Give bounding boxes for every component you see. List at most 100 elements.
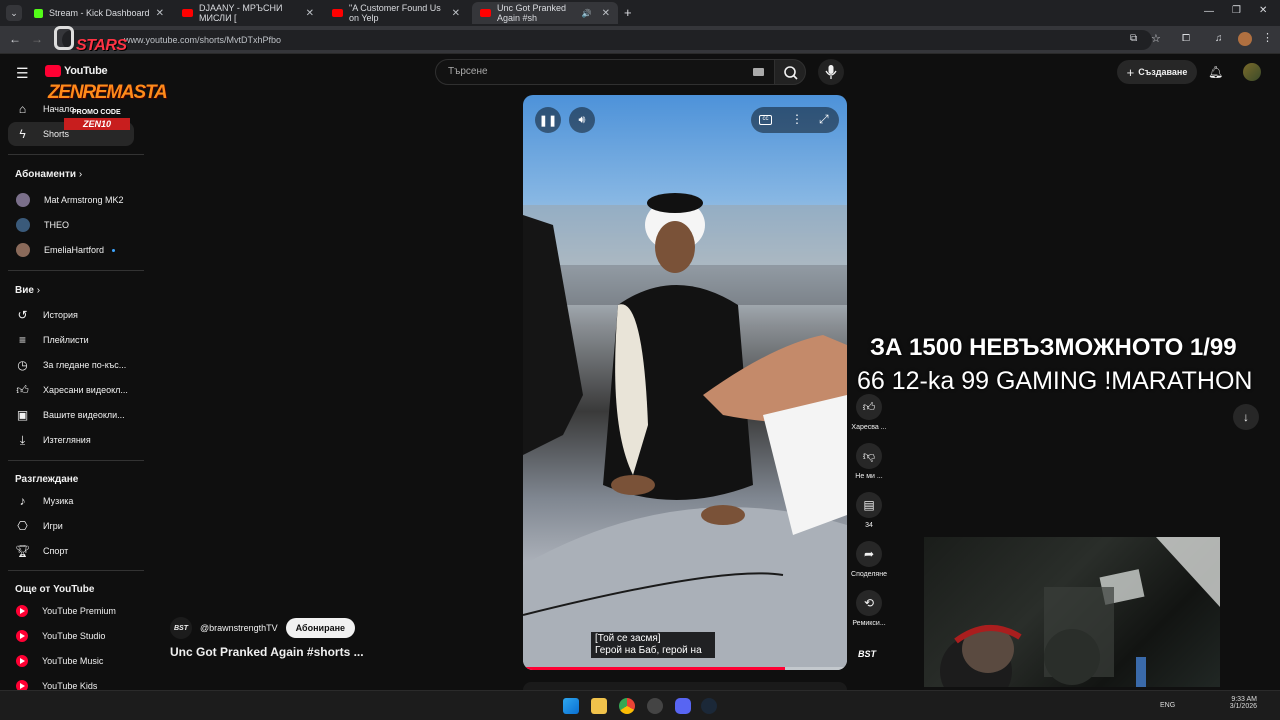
notifications-bell-icon[interactable]: 🔔︎ (1208, 65, 1223, 79)
comments-button[interactable]: ▤ 34 (850, 492, 888, 529)
short-title[interactable]: Unc Got Pranked Again #shorts ... (170, 645, 364, 659)
steam-icon[interactable] (701, 698, 717, 714)
profile-avatar[interactable] (1238, 32, 1252, 46)
channel-avatar (16, 243, 30, 257)
subtitle-line: [Той се засмя] (595, 633, 661, 644)
divider (8, 270, 144, 271)
browser-toolbar: ← → www.youtube.com/shorts/MvtDTxhPfbo ⧉… (0, 26, 1280, 54)
speaker-icon[interactable]: 🔊 (582, 9, 592, 18)
next-short-button[interactable]: ↓ (1233, 404, 1259, 430)
sidebar-item-history[interactable]: ↺ История (8, 303, 134, 327)
speaker-icon: 🔊︎ (578, 113, 586, 126)
search-button[interactable] (774, 59, 806, 85)
close-icon[interactable]: ✕ (306, 8, 314, 19)
like-label: Харесва ... (851, 424, 887, 431)
keyboard-icon[interactable] (753, 68, 764, 76)
chrome-icon[interactable] (619, 698, 635, 714)
video-frame (523, 193, 847, 670)
volume-button[interactable]: 🔊︎ (569, 107, 595, 133)
remix-button[interactable]: ⟲ Ремикси... (850, 590, 888, 627)
tab-unc-pranked[interactable]: Unc Got Pranked Again #sh 🔊 ✕ (472, 2, 618, 24)
media-icon[interactable]: ♫ (1215, 33, 1223, 44)
sidebar-item-gaming[interactable]: ⎔ Игри (8, 514, 134, 538)
more-options-icon[interactable]: ⋮ (791, 112, 803, 126)
home-icon: ⌂ (18, 102, 27, 116)
sidebar: ⌂ Начало ϟ Shorts Абонаменти › Mat Armst… (0, 55, 150, 692)
mic-icon (825, 65, 837, 79)
youtube-icon (182, 9, 193, 17)
sidebar-item-downloads[interactable]: ⤓ Изтегляния (8, 428, 134, 452)
discord-icon[interactable] (675, 698, 691, 714)
subscription-item[interactable]: THEO (8, 213, 134, 237)
shorts-video-player[interactable]: ❚❚ 🔊︎ cc ⋮ ⤢ [Той се засмя] Герой на Баб… (523, 95, 847, 670)
sidebar-item-youtube-studio[interactable]: YouTube Studio (8, 624, 134, 648)
account-avatar[interactable] (1243, 63, 1261, 81)
forward-icon[interactable]: → (31, 32, 43, 46)
subscribe-button[interactable]: Абониране (285, 618, 356, 638)
comment-icon: ▤ (856, 492, 882, 518)
sidebar-item-your-videos[interactable]: ▣ Вашите видеокли... (8, 403, 134, 427)
channel-logo-small[interactable]: BST (858, 649, 880, 665)
sidebar-item-label: Игри (43, 521, 63, 531)
new-tab-button[interactable]: + (624, 5, 632, 20)
like-button[interactable]: 👍︎ Харесва ... (850, 394, 888, 431)
close-icon[interactable]: ✕ (156, 8, 164, 19)
remix-label: Ремикси... (852, 620, 886, 627)
browser-menu-icon[interactable]: ⋮ (1262, 31, 1273, 44)
subscription-item[interactable]: EmeliaHartford (8, 238, 134, 262)
minimize-icon[interactable]: — (1204, 6, 1214, 17)
thumb-up-icon: 👍︎ (16, 382, 29, 397)
captions-icon[interactable]: cc (759, 115, 772, 125)
address-bar[interactable]: www.youtube.com/shorts/MvtDTxhPfbo (62, 30, 1152, 50)
logo-badge-icon (54, 26, 74, 50)
back-icon[interactable]: ← (9, 32, 21, 46)
windows-start-icon[interactable] (563, 698, 579, 714)
sidebar-item-music[interactable]: ♪ Музика (8, 489, 134, 513)
sidebar-item-watch-later[interactable]: ◷ За гледане по-къс... (8, 353, 134, 377)
install-icon[interactable]: ⧉ (1130, 33, 1137, 44)
you-header[interactable]: Вие › (15, 285, 40, 296)
sidebar-item-liked[interactable]: 👍︎ Харесани видеокл... (8, 378, 134, 402)
tab-label: Unc Got Pranked Again #sh (497, 3, 567, 23)
subscription-label: Mat Armstrong MK2 (44, 195, 124, 205)
subscription-item[interactable]: Mat Armstrong MK2 (8, 188, 134, 212)
close-icon[interactable]: ✕ (452, 8, 460, 19)
language-indicator[interactable]: ENG (1160, 702, 1175, 709)
create-label: Създаване (1138, 67, 1188, 77)
sidebar-item-playlists[interactable]: ≡ Плейлисти (8, 328, 134, 352)
tab-label: "A Customer Found Us on Yelp (349, 3, 441, 23)
video-progress-bar[interactable] (523, 667, 847, 670)
pause-button[interactable]: ❚❚ (535, 107, 561, 133)
obs-icon[interactable] (647, 698, 663, 714)
sidebar-item-youtube-premium[interactable]: YouTube Premium (8, 599, 134, 623)
window-close-icon[interactable]: ✕ (1259, 5, 1267, 16)
fullscreen-icon[interactable]: ⤢ (819, 112, 829, 127)
voice-search-button[interactable] (818, 59, 844, 85)
channel-avatar (16, 218, 30, 232)
tab-kick-dashboard[interactable]: Stream - Kick Dashboard ✕ (26, 2, 172, 24)
tab-search-button[interactable]: ⌄ (6, 5, 22, 21)
new-content-dot (112, 248, 116, 252)
extensions-icon[interactable]: ⧠ (1182, 33, 1190, 44)
sidebar-item-sports[interactable]: 🏆︎ Спорт (8, 539, 134, 563)
file-explorer-icon[interactable] (591, 698, 607, 714)
close-icon[interactable]: ✕ (602, 8, 610, 19)
channel-name[interactable]: @brawnstrengthTV (200, 623, 278, 633)
restore-icon[interactable]: ❐ (1232, 5, 1241, 16)
streamer-logo-overlay: STARS ZENREMASTA PROMO CODE ZEN10 (44, 24, 168, 142)
tab-customer-yelp[interactable]: "A Customer Found Us on Yelp ✕ (324, 2, 468, 24)
clock-date: 3/1/2026 (1229, 703, 1257, 710)
windows-taskbar: ENG 9:33 AM 3/1/2026 (0, 690, 1280, 720)
dislike-button[interactable]: 👎︎ Не ми ... (850, 443, 888, 480)
subscriptions-header[interactable]: Абонаменти › (15, 169, 82, 180)
sidebar-item-label: За гледане по-къс... (43, 360, 127, 370)
channel-avatar[interactable]: BST (170, 617, 192, 639)
sidebar-item-youtube-music[interactable]: YouTube Music (8, 649, 134, 673)
share-button[interactable]: ➦ Споделяне (850, 541, 888, 578)
create-button[interactable]: + Създаване (1117, 60, 1197, 84)
sidebar-item-label: Плейлисти (43, 335, 89, 345)
bookmark-star-icon[interactable]: ☆ (1151, 32, 1161, 45)
search-input[interactable]: Търсене (435, 59, 775, 85)
tab-djaany[interactable]: DJAANY - МРЪСНИ МИСЛИ [ ✕ (174, 2, 322, 24)
clock[interactable]: 9:33 AM 3/1/2026 (1223, 696, 1257, 710)
